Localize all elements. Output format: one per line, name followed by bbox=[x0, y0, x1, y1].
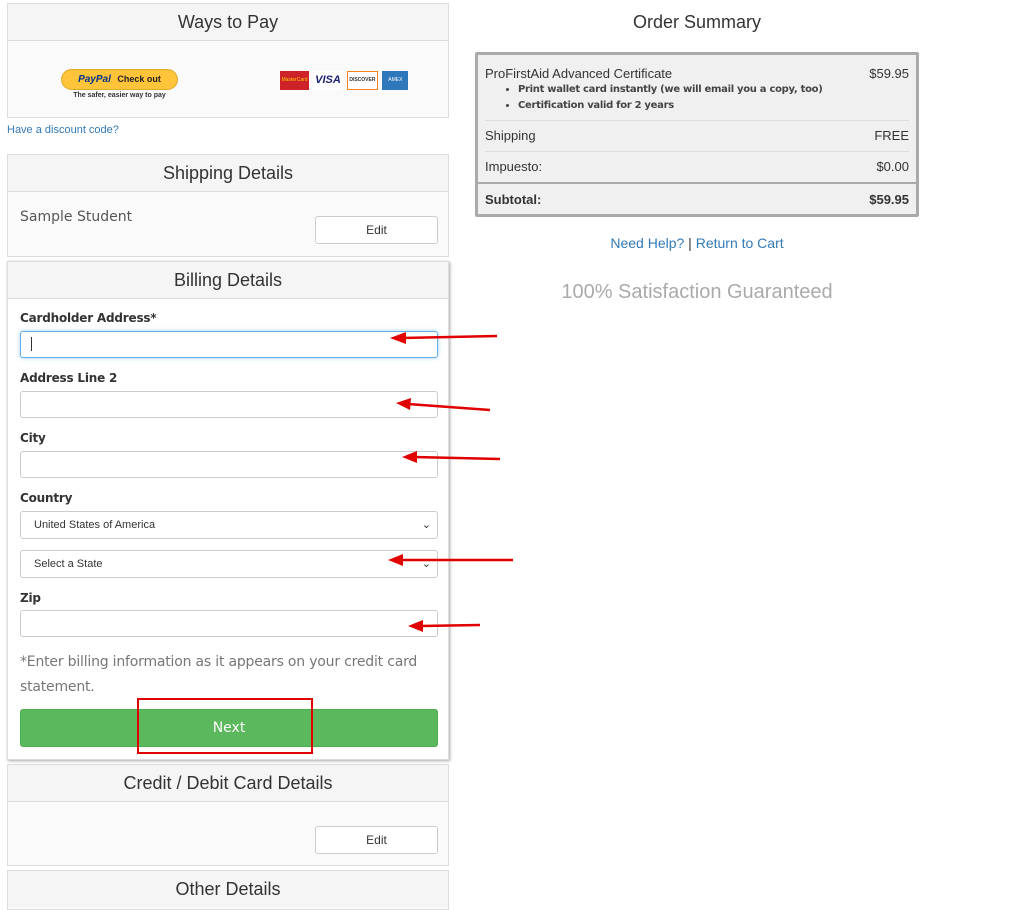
card-details-panel: Credit / Debit Card Details Edit bbox=[7, 764, 449, 866]
summary-divider bbox=[485, 120, 909, 121]
subtotal-value: $59.95 bbox=[869, 192, 909, 207]
satisfaction-guarantee: 100% Satisfaction Guaranteed bbox=[561, 281, 833, 303]
shipping-edit-button[interactable]: Edit bbox=[315, 216, 438, 244]
cardholder-address-label: Cardholder Address* bbox=[20, 311, 157, 325]
paypal-logo-icon: PayPal bbox=[78, 74, 111, 85]
discover-icon: DISCOVER bbox=[346, 71, 378, 90]
mastercard-icon: MasterCard bbox=[280, 71, 309, 90]
billing-note: *Enter billing information as it appears… bbox=[20, 654, 418, 695]
summary-divider bbox=[478, 182, 916, 184]
paypal-tagline: The safer, easier way to pay bbox=[73, 92, 166, 99]
shipping-value: FREE bbox=[874, 128, 909, 143]
zip-label: Zip bbox=[20, 591, 41, 605]
order-summary-title: Order Summary bbox=[632, 12, 762, 32]
list-item: Print wallet card instantly (we will ema… bbox=[518, 82, 823, 98]
shipping-label: Shipping bbox=[485, 128, 536, 143]
card-details-title: Credit / Debit Card Details bbox=[8, 765, 448, 802]
chevron-down-icon: ⌄ bbox=[421, 519, 431, 531]
country-select[interactable]: United States of America ⌄ bbox=[20, 511, 438, 539]
city-input[interactable] bbox=[20, 451, 438, 478]
ways-to-pay-title: Ways to Pay bbox=[8, 4, 448, 41]
chevron-down-icon: ⌄ bbox=[421, 558, 431, 570]
discount-code-link[interactable]: Have a discount code? bbox=[7, 124, 119, 136]
product-name: ProFirstAid Advanced Certificate bbox=[485, 66, 673, 81]
other-details-title: Other Details bbox=[8, 871, 448, 907]
product-price: $59.95 bbox=[869, 66, 909, 81]
help-separator: | bbox=[688, 235, 692, 251]
state-select-value: Select a State bbox=[34, 558, 103, 570]
billing-details-title: Billing Details bbox=[8, 262, 448, 299]
summary-divider bbox=[485, 151, 909, 152]
ways-to-pay-panel: Ways to Pay PayPal Check out The safer, … bbox=[7, 3, 449, 118]
subtotal-label: Subtotal: bbox=[485, 192, 542, 207]
paypal-checkout-label: Check out bbox=[117, 74, 161, 84]
shipping-details-title: Shipping Details bbox=[8, 155, 448, 192]
highlight-box-next bbox=[137, 698, 313, 754]
help-links: Need Help? | Return to Cart bbox=[475, 235, 919, 251]
amex-icon: AMEX bbox=[382, 71, 409, 90]
tax-label: Impuesto: bbox=[485, 159, 543, 174]
product-features: Print wallet card instantly (we will ema… bbox=[485, 82, 823, 114]
city-label: City bbox=[20, 431, 46, 445]
tax-value: $0.00 bbox=[876, 159, 909, 174]
country-label: Country bbox=[20, 491, 73, 505]
card-edit-button[interactable]: Edit bbox=[315, 826, 438, 854]
country-select-value: United States of America bbox=[34, 519, 156, 531]
accepted-cards: MasterCard VISA DISCOVER AMEX bbox=[280, 71, 409, 91]
return-to-cart-link[interactable]: Return to Cart bbox=[696, 235, 784, 251]
list-item: Certification valid for 2 years bbox=[518, 98, 823, 114]
address-line-2-input[interactable] bbox=[20, 391, 438, 418]
order-summary-box: ProFirstAid Advanced Certificate $59.95 … bbox=[475, 52, 919, 217]
other-details-panel: Other Details bbox=[7, 870, 449, 910]
shipping-details-panel: Shipping Details Sample Student Edit bbox=[7, 154, 449, 257]
need-help-link[interactable]: Need Help? bbox=[610, 235, 684, 251]
shipping-name: Sample Student bbox=[20, 209, 133, 225]
paypal-checkout-button[interactable]: PayPal Check out bbox=[61, 69, 178, 90]
cardholder-address-input[interactable] bbox=[20, 331, 438, 358]
address-line-2-label: Address Line 2 bbox=[20, 371, 118, 385]
zip-input[interactable] bbox=[20, 610, 438, 637]
visa-icon: VISA bbox=[313, 71, 343, 90]
text-cursor bbox=[31, 337, 32, 351]
state-select[interactable]: Select a State ⌄ bbox=[20, 550, 438, 578]
